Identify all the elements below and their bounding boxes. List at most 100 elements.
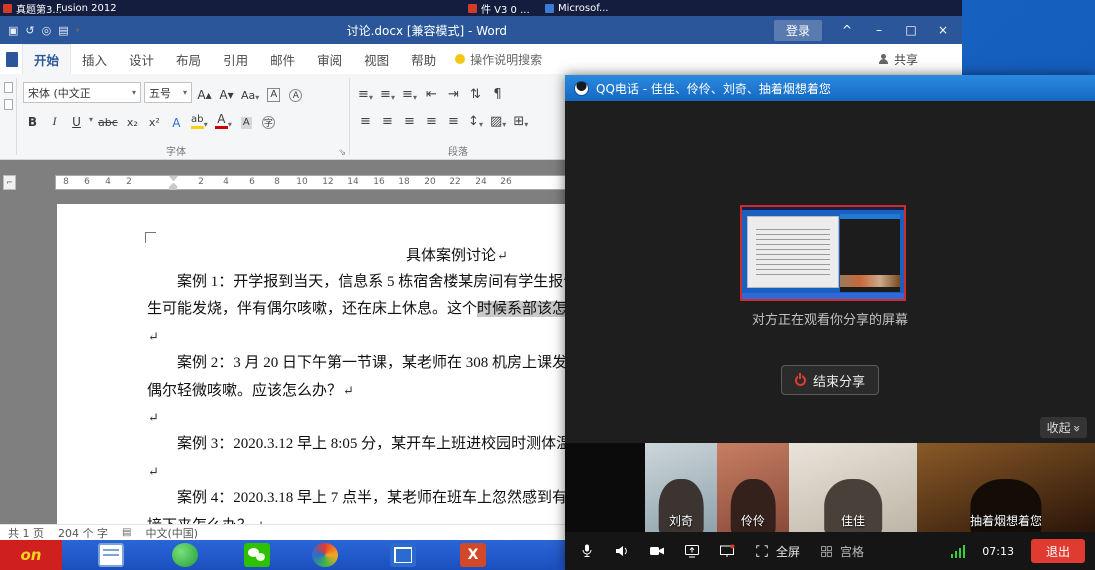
print-preview-icon[interactable]: ▤ xyxy=(58,24,68,37)
font-name-combo[interactable]: 宋体 (中文正 ▾ xyxy=(23,82,141,103)
minimize-button[interactable]: – xyxy=(864,18,894,42)
text-effects-button[interactable]: A xyxy=(167,109,186,130)
collapse-toggle[interactable]: 收起 » xyxy=(1040,417,1087,438)
wechat-icon[interactable] xyxy=(244,543,270,567)
enclose-characters-button[interactable]: 字 xyxy=(259,109,278,130)
ruler-tab-selector[interactable]: ⌐ xyxy=(3,175,16,190)
tab-references[interactable]: 引用 xyxy=(212,44,259,74)
copy-icon[interactable] xyxy=(4,99,13,110)
end-share-button[interactable]: 结束分享 xyxy=(781,365,879,395)
fullscreen-icon xyxy=(753,542,771,560)
language-indicator[interactable]: 中文(中国) xyxy=(145,525,198,541)
superscript-button[interactable]: x² xyxy=(145,109,164,130)
top-strip-item[interactable]: 件 V3 0 ... xyxy=(468,1,530,15)
ribbon-display-options-icon[interactable]: ^ xyxy=(832,18,862,42)
exit-call-button[interactable]: 退出 xyxy=(1031,539,1085,563)
distribute-button[interactable]: ≡ xyxy=(444,109,463,130)
show-marks-button[interactable]: ¶ xyxy=(488,82,507,103)
font-color-button[interactable]: A▾ xyxy=(213,109,234,130)
shrink-font-button[interactable]: A▾ xyxy=(217,82,236,103)
phonetic-guide-button[interactable]: A xyxy=(264,82,283,103)
top-strip-item[interactable]: 真题第3... xyxy=(3,1,62,15)
multilevel-list-button[interactable]: ≡▾ xyxy=(400,82,419,103)
font-size-combo[interactable]: 五号 ▾ xyxy=(144,82,192,103)
grid-icon xyxy=(817,542,835,560)
tab-help[interactable]: 帮助 xyxy=(400,44,447,74)
borders-button[interactable]: ⊞▾ xyxy=(511,109,530,130)
touch-mode-icon[interactable]: ◎ xyxy=(42,24,52,37)
bullets-button[interactable]: ≡▾ xyxy=(356,82,375,103)
highlight-color-button[interactable]: ab▾ xyxy=(189,109,210,130)
strikethrough-button[interactable]: abc xyxy=(96,109,120,130)
top-strip-item[interactable]: Fusion 2012 xyxy=(56,1,117,15)
maximize-button[interactable]: □ xyxy=(896,18,926,42)
align-left-button[interactable]: ≡ xyxy=(356,109,375,130)
close-button[interactable]: × xyxy=(928,18,958,42)
first-line-indent-marker[interactable] xyxy=(169,176,178,181)
word-count[interactable]: 204 个 字 xyxy=(58,525,108,541)
font-dialog-launcher-icon[interactable]: ⇘ xyxy=(338,148,346,158)
qq-titlebar[interactable]: QQ电话 - 佳佳、伶伶、刘奇、抽着烟想着您 xyxy=(565,75,1095,101)
whiteboard-icon[interactable] xyxy=(718,542,736,560)
video-tile[interactable]: 伶伶 xyxy=(717,443,789,532)
media-app-icon[interactable] xyxy=(312,543,338,567)
spreadsheet-app-icon[interactable]: X xyxy=(460,543,486,567)
tab-design[interactable]: 设计 xyxy=(118,44,165,74)
increase-indent-button[interactable]: ⇥ xyxy=(444,82,463,103)
taskbar-app-logo[interactable]: on xyxy=(0,540,62,570)
tab-insert[interactable]: 插入 xyxy=(71,44,118,74)
diagram-app-icon[interactable] xyxy=(390,543,416,567)
login-button[interactable]: 登录 xyxy=(774,20,822,41)
underline-button[interactable]: U xyxy=(67,109,86,130)
line-break-mark: ↵ xyxy=(147,464,159,479)
tab-layout[interactable]: 布局 xyxy=(165,44,212,74)
paste-icon[interactable] xyxy=(4,82,13,93)
change-case-button[interactable]: Aa▾ xyxy=(239,82,261,103)
folder-icon[interactable] xyxy=(98,543,124,567)
align-right-button[interactable]: ≡ xyxy=(400,109,419,130)
tab-review[interactable]: 审阅 xyxy=(306,44,353,74)
sort-button[interactable]: ⇅ xyxy=(466,82,485,103)
italic-button[interactable]: I xyxy=(45,109,64,130)
line-spacing-button[interactable]: ↕▾ xyxy=(466,109,485,130)
page-count[interactable]: 共 1 页 xyxy=(8,525,44,541)
top-strip-item[interactable]: Microsof... xyxy=(545,1,609,15)
clipboard-group-collapsed[interactable] xyxy=(0,74,16,159)
camera-icon[interactable] xyxy=(648,542,666,560)
decrease-indent-button[interactable]: ⇤ xyxy=(422,82,441,103)
share-screen-icon[interactable] xyxy=(683,542,701,560)
fullscreen-button[interactable]: 全屏 xyxy=(753,542,800,560)
grow-font-button[interactable]: A▴ xyxy=(195,82,214,103)
left-indent-marker[interactable] xyxy=(169,187,177,190)
video-tile[interactable]: 刘奇 xyxy=(645,443,717,532)
microphone-icon[interactable] xyxy=(578,542,596,560)
share-button[interactable]: 共享 xyxy=(878,51,918,68)
window-title: 讨论.docx [兼容模式] - Word xyxy=(80,22,774,39)
speaker-icon[interactable] xyxy=(613,542,631,560)
tab-mailings[interactable]: 邮件 xyxy=(259,44,306,74)
justify-button[interactable]: ≡ xyxy=(422,109,441,130)
line-break-mark: ↵ xyxy=(496,248,508,263)
numbering-button[interactable]: ≡▾ xyxy=(378,82,397,103)
bold-button[interactable]: B xyxy=(23,109,42,130)
line-break-mark: ↵ xyxy=(252,518,264,524)
undo-icon[interactable]: ↺ xyxy=(25,24,34,37)
character-shading-button[interactable]: A xyxy=(237,109,256,130)
underline-chevron-icon[interactable]: ▾ xyxy=(89,115,93,124)
call-timer: 07:13 xyxy=(982,545,1014,558)
video-tile[interactable]: 抽着烟想着您 xyxy=(917,443,1095,532)
subscript-button[interactable]: x₂ xyxy=(123,109,142,130)
save-icon[interactable]: ▣ xyxy=(8,24,18,37)
tell-me-search[interactable]: 操作说明搜索 xyxy=(455,51,542,68)
line-break-mark: ↵ xyxy=(147,410,159,425)
tab-home[interactable]: 开始 xyxy=(22,44,71,74)
tab-view[interactable]: 视图 xyxy=(353,44,400,74)
browser-icon[interactable] xyxy=(172,543,198,567)
grid-view-button[interactable]: 宫格 xyxy=(817,542,864,560)
video-tile[interactable]: 佳佳 xyxy=(789,443,917,532)
character-border-button[interactable]: A xyxy=(286,82,305,103)
shading-button[interactable]: ▨▾ xyxy=(488,109,508,130)
proofing-icon[interactable]: ▤ xyxy=(122,527,131,538)
align-center-button[interactable]: ≡ xyxy=(378,109,397,130)
file-tab-icon[interactable] xyxy=(6,52,18,67)
